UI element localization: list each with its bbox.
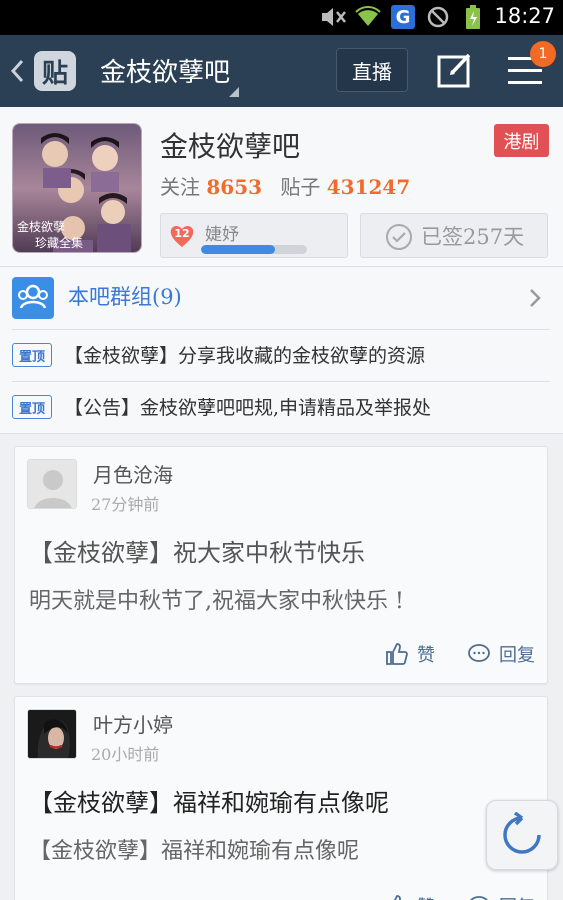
avatar[interactable] (27, 459, 77, 509)
post-body[interactable]: 明天就是中秋节了,祝福大家中秋快乐 ! (29, 583, 404, 615)
pinned-thread-title: 【公告】金枝欲孽吧吧规,申请精品及举报处 (64, 397, 432, 419)
forum-stats: 关注 8653 贴子 431247 (160, 171, 422, 200)
nav-bar: 贴 金枝欲孽吧 直播 1 (0, 35, 563, 107)
battery-icon (464, 5, 482, 29)
chevron-left-icon (10, 59, 24, 83)
status-bar: G 18:27 (0, 0, 563, 35)
sign-in-label: 已签257天 (421, 225, 525, 249)
group-label: 本吧群组(9) (68, 285, 182, 309)
post-author[interactable]: 叶方小婷 (93, 709, 173, 738)
tieba-logo[interactable]: 贴 (34, 51, 76, 91)
comment-icon (468, 644, 490, 662)
thumbs-up-icon (393, 895, 401, 900)
compose-button[interactable] (436, 51, 474, 89)
pinned-badge: 置顶 (12, 343, 52, 367)
forum-header: 金枝欲孽 珍藏全集 金枝欲孽吧 港剧 关注 8653 贴子 431247 12 … (0, 107, 563, 267)
like-label: 赞 (417, 645, 435, 666)
user-avatar-image (28, 710, 76, 758)
forum-category-tag[interactable]: 港剧 (494, 124, 549, 157)
post-body[interactable]: 【金枝欲孽】福祥和婉瑜有点像呢 (29, 833, 359, 865)
post-time: 20小时前 (91, 745, 160, 764)
level-number: 12 (174, 227, 190, 240)
g-app-icon: G (391, 5, 415, 29)
menu-icon-bar (508, 69, 542, 72)
forum-info-panel: 本吧群组(9) 置顶 【金枝欲孽】分享我收藏的金枝欲孽的资源 置顶 【公告】金枝… (0, 267, 563, 434)
status-time: 18:27 (494, 4, 555, 28)
level-progress-bar (201, 245, 307, 254)
forum-category-label: 港剧 (503, 131, 540, 153)
like-button[interactable]: 赞 (385, 891, 435, 900)
live-button[interactable]: 直播 (336, 48, 408, 92)
dropdown-corner-icon (229, 87, 239, 97)
g-app-label: G (395, 6, 411, 28)
post-card[interactable]: 月色沧海 27分钟前 【金枝欲孽】祝大家中秋节快乐 明天就是中秋节了,祝福大家中… (14, 446, 548, 684)
post-time: 27分钟前 (91, 495, 160, 514)
level-progress-fill (201, 245, 276, 254)
nav-title[interactable]: 金枝欲孽吧 (100, 52, 230, 89)
notification-badge: 1 (530, 41, 556, 67)
comment-icon (469, 896, 489, 900)
group-icon (12, 277, 54, 319)
member-level[interactable]: 12 婕妤 (160, 213, 348, 258)
live-button-label: 直播 (352, 59, 392, 84)
refresh-button[interactable] (486, 800, 558, 870)
like-label: 赞 (417, 893, 435, 900)
reply-label: 回复 (499, 645, 535, 666)
posts-count: 431247 (326, 175, 411, 199)
avatar[interactable] (27, 709, 77, 759)
chevron-right-icon (530, 289, 541, 307)
default-avatar-icon (28, 460, 76, 508)
blocked-icon (425, 5, 451, 29)
post-title[interactable]: 【金枝欲孽】福祥和婉瑜有点像呢 (29, 783, 389, 818)
level-name: 婕妤 (205, 225, 239, 245)
level-heart-icon: 12 (169, 223, 195, 249)
reply-button[interactable]: 回复 (467, 891, 535, 900)
mute-icon (318, 5, 348, 29)
cover-caption: 金枝欲孽 (17, 220, 66, 234)
forum-cover-image[interactable]: 金枝欲孽 珍藏全集 (12, 123, 142, 253)
followers-label: 关注 (160, 175, 200, 199)
sign-in-status[interactable]: 已签257天 (360, 213, 548, 258)
post-actions: 赞 回复 (385, 639, 545, 669)
pinned-thread[interactable]: 置顶 【金枝欲孽】分享我收藏的金枝欲孽的资源 (0, 329, 563, 381)
wifi-icon (354, 5, 382, 29)
thumbs-up-icon (386, 643, 408, 665)
cover-caption: 珍藏全集 (35, 236, 84, 250)
pinned-badge: 置顶 (12, 395, 52, 419)
post-actions: 赞 回复 (385, 891, 545, 900)
reply-label: 回复 (499, 893, 535, 900)
reply-button[interactable]: 回复 (467, 639, 535, 669)
edit-icon (437, 53, 471, 88)
post-title[interactable]: 【金枝欲孽】祝大家中秋节快乐 (29, 533, 365, 568)
post-author[interactable]: 月色沧海 (93, 459, 173, 488)
pinned-thread[interactable]: 置顶 【公告】金枝欲孽吧吧规,申请精品及举报处 (0, 381, 563, 433)
followers-count: 8653 (206, 175, 263, 199)
menu-icon-bar (508, 81, 542, 84)
pinned-thread-title: 【金枝欲孽】分享我收藏的金枝欲孽的资源 (64, 345, 426, 367)
like-button[interactable]: 赞 (385, 639, 435, 669)
tieba-logo-text: 贴 (41, 58, 68, 89)
posts-label: 贴子 (280, 175, 321, 199)
refresh-icon (503, 812, 541, 854)
back-button[interactable] (8, 53, 28, 89)
forum-name: 金枝欲孽吧 (160, 130, 301, 163)
post-card[interactable]: 叶方小婷 20小时前 【金枝欲孽】福祥和婉瑜有点像呢 【金枝欲孽】福祥和婉瑜有点… (14, 696, 548, 900)
group-row[interactable]: 本吧群组(9) (0, 267, 563, 329)
check-circle-icon (386, 224, 412, 250)
